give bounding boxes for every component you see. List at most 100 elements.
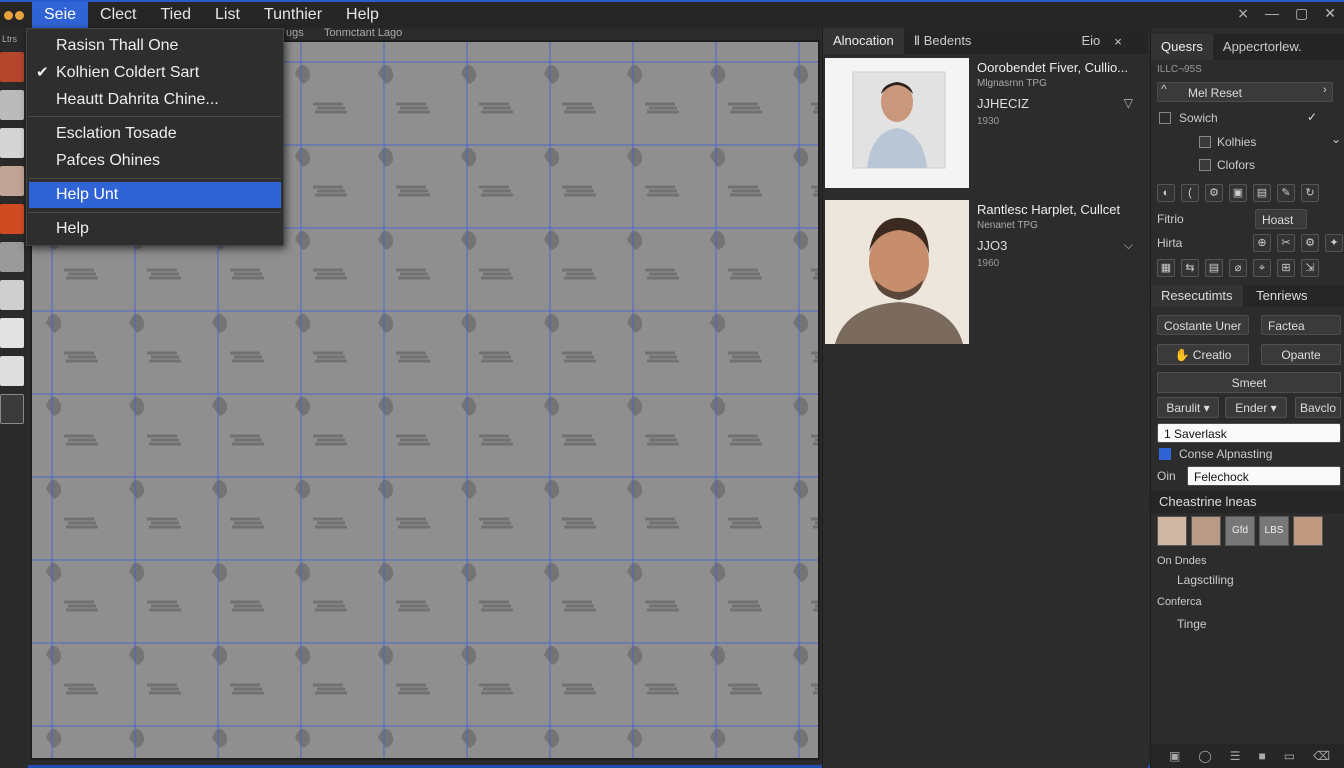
minimize-icon[interactable]: ⨯ bbox=[1237, 5, 1249, 22]
tool-thumb[interactable] bbox=[0, 318, 24, 348]
dropdown-item[interactable]: Heautt Dahrita Chine... bbox=[29, 87, 281, 113]
expand-icon[interactable]: ⌵ bbox=[1124, 238, 1133, 253]
tool-icon-row: ⊕ ✂ ⚙ ✦ bbox=[1253, 234, 1343, 252]
checkbox[interactable] bbox=[1199, 159, 1211, 171]
menu-seie[interactable]: Seie bbox=[32, 2, 89, 28]
dropdown-item-selected[interactable]: Help Unt bbox=[29, 182, 281, 208]
tool-thumb[interactable] bbox=[0, 166, 24, 196]
menu-list[interactable]: List bbox=[203, 2, 252, 28]
tool-thumb[interactable] bbox=[0, 128, 24, 158]
barulit-dropdown[interactable]: Barulit ▾ bbox=[1157, 397, 1219, 418]
list-item[interactable]: Lagsctiling bbox=[1157, 570, 1234, 590]
person-card[interactable]: Oorobendet Fiver, Cullio... Mlgnasrnn TP… bbox=[825, 58, 1147, 194]
opante-button[interactable]: Opante bbox=[1261, 344, 1341, 365]
folder-icon[interactable]: ▭ bbox=[1284, 749, 1295, 763]
dropdown-item[interactable]: Help bbox=[29, 216, 281, 242]
face-thumb[interactable] bbox=[1293, 516, 1323, 546]
creatio-button[interactable]: ✋ Creatio bbox=[1157, 344, 1249, 365]
expand-icon[interactable]: ▽ bbox=[1124, 96, 1133, 110]
tool-icon[interactable]: ▦ bbox=[1157, 259, 1175, 277]
face-thumb[interactable] bbox=[1157, 516, 1187, 546]
layer-icon[interactable]: ▣ bbox=[1169, 749, 1180, 763]
ender-dropdown[interactable]: Ender ▾ bbox=[1225, 397, 1287, 418]
window-dot-icon[interactable] bbox=[15, 10, 24, 20]
cost-field[interactable]: Costante Uner bbox=[1157, 315, 1249, 335]
tool-icon[interactable]: ▤ bbox=[1253, 184, 1271, 202]
tool-icon[interactable]: ✂ bbox=[1277, 234, 1295, 252]
tool-icon[interactable]: ✎ bbox=[1277, 184, 1295, 202]
panel-close-icon[interactable]: × bbox=[1114, 34, 1122, 49]
mel-reset-field[interactable]: Mel Reset bbox=[1157, 82, 1333, 102]
tab-tenriews[interactable]: Tenriews bbox=[1246, 285, 1317, 307]
tool-icon[interactable]: ⚙ bbox=[1205, 184, 1223, 202]
person-card[interactable]: Rantlesc Harplet, Cullcet Nenanet TPG JJ… bbox=[825, 200, 1147, 344]
circle-icon[interactable]: ◯ bbox=[1198, 749, 1211, 763]
checkbox[interactable] bbox=[1159, 448, 1171, 460]
tab-eio[interactable]: Eio bbox=[1071, 28, 1110, 54]
tool-icon[interactable]: ▣ bbox=[1229, 184, 1247, 202]
pattern-tile bbox=[378, 230, 430, 280]
tool-icon[interactable]: ⇲ bbox=[1301, 259, 1319, 277]
window-dot-icon[interactable] bbox=[4, 10, 13, 20]
dropdown-item[interactable]: ✔ Kolhien Coldert Sart bbox=[29, 60, 281, 86]
tool-icon[interactable]: ✦ bbox=[1325, 234, 1343, 252]
tool-icon[interactable]: ◐ bbox=[1157, 184, 1175, 202]
tool-icon[interactable]: ⌀ bbox=[1229, 259, 1247, 277]
felechock-input[interactable]: Felechock bbox=[1187, 466, 1341, 486]
tab-alnocation[interactable]: Alnocation bbox=[823, 28, 904, 54]
list-icon[interactable]: ☰ bbox=[1230, 749, 1241, 763]
minimize-icon[interactable]: — bbox=[1265, 5, 1279, 22]
pattern-tile bbox=[295, 728, 311, 748]
tool-thumb[interactable] bbox=[0, 52, 24, 82]
list-item[interactable]: Conferca bbox=[1157, 592, 1202, 612]
dropdown-item[interactable]: Pafces Ohines bbox=[29, 148, 281, 174]
list-item[interactable]: Tinge bbox=[1157, 614, 1207, 634]
tool-icon[interactable]: ⌖ bbox=[1253, 259, 1271, 277]
tool-icon[interactable]: ( bbox=[1181, 184, 1199, 202]
menu-clect[interactable]: Clect bbox=[88, 2, 148, 28]
smeet-button[interactable]: Smeet bbox=[1157, 372, 1341, 393]
chevron-down-icon[interactable]: ⌄ bbox=[1331, 132, 1341, 146]
tab-bedents[interactable]: Ⅱ Bedents bbox=[904, 28, 982, 54]
grid-tool-icon[interactable] bbox=[0, 394, 24, 424]
checkbox[interactable] bbox=[1199, 136, 1211, 148]
factea-select[interactable]: Factea bbox=[1261, 315, 1341, 335]
pattern-tile bbox=[793, 645, 818, 695]
tool-thumb[interactable] bbox=[0, 90, 24, 120]
trash-icon[interactable]: ⌫ bbox=[1313, 749, 1330, 763]
tool-icon[interactable]: ▤ bbox=[1205, 259, 1223, 277]
close-icon[interactable]: ✕ bbox=[1324, 5, 1336, 22]
face-thumb[interactable] bbox=[1191, 516, 1221, 546]
face-thumb[interactable]: Gfd bbox=[1225, 516, 1255, 546]
dropdown-item[interactable]: Esclation Tosade bbox=[29, 121, 281, 147]
tool-thumb[interactable] bbox=[0, 242, 24, 272]
property-field[interactable]: Hoast bbox=[1255, 209, 1307, 229]
pattern-tile bbox=[710, 562, 762, 612]
tool-icon[interactable]: ⊞ bbox=[1277, 259, 1295, 277]
menu-help[interactable]: Help bbox=[334, 2, 391, 28]
tool-icon[interactable]: ↻ bbox=[1301, 184, 1319, 202]
tool-thumb[interactable] bbox=[0, 204, 24, 234]
menu-tunthier[interactable]: Tunthier bbox=[252, 2, 334, 28]
pattern-tile bbox=[378, 64, 430, 114]
maximize-icon[interactable]: ▢ bbox=[1295, 5, 1308, 22]
list-item[interactable]: On Dndes bbox=[1157, 551, 1207, 571]
tool-icon[interactable]: ⚙ bbox=[1301, 234, 1319, 252]
tool-thumb[interactable] bbox=[0, 280, 24, 310]
face-thumb[interactable]: LBS bbox=[1259, 516, 1289, 546]
pattern-tile bbox=[627, 147, 679, 197]
tool-icon[interactable]: ⊕ bbox=[1253, 234, 1271, 252]
saverlask-input[interactable]: 1 Saverlask bbox=[1157, 423, 1341, 443]
dropdown-item[interactable]: Rasisn Thall One bbox=[29, 33, 281, 59]
tab-quesrs[interactable]: Quesrs bbox=[1151, 34, 1213, 60]
chevron-right-icon[interactable]: › bbox=[1323, 84, 1327, 96]
tool-thumb[interactable] bbox=[0, 356, 24, 386]
pattern-tile bbox=[295, 562, 347, 612]
tool-icon[interactable]: ⇆ bbox=[1181, 259, 1199, 277]
square-icon[interactable]: ■ bbox=[1259, 749, 1266, 763]
tab-appecrtorlew[interactable]: Appecrtorlew. bbox=[1213, 34, 1312, 60]
menu-tied[interactable]: Tied bbox=[148, 2, 203, 28]
tab-resecutimts[interactable]: Resecutimts bbox=[1151, 285, 1243, 307]
checkbox[interactable] bbox=[1159, 112, 1171, 124]
bavclo-button[interactable]: Bavclo bbox=[1295, 397, 1341, 418]
